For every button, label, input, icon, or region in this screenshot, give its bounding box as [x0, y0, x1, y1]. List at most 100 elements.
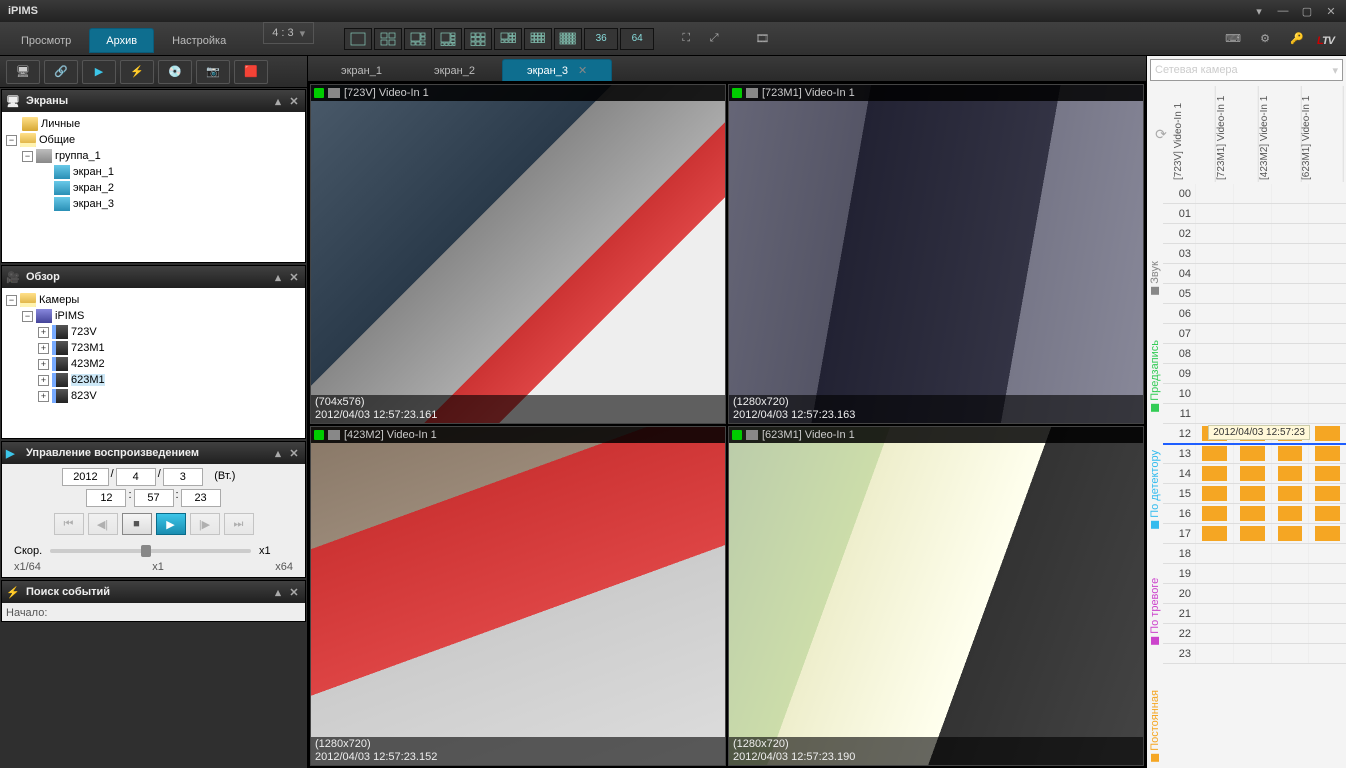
- gear-icon[interactable]: ⚙: [1253, 28, 1277, 50]
- hour-row[interactable]: 11: [1163, 404, 1346, 424]
- play-icon[interactable]: ▶: [82, 60, 116, 84]
- tab-view[interactable]: Просмотр: [5, 28, 87, 53]
- hour-row[interactable]: 19: [1163, 564, 1346, 584]
- expand-toggle[interactable]: −: [6, 295, 17, 306]
- screen-tab-2[interactable]: экран_2: [409, 60, 500, 81]
- close-tab-icon[interactable]: ✕: [578, 65, 587, 77]
- layout-1-5[interactable]: [404, 28, 432, 50]
- refresh-icon[interactable]: ⟳: [1149, 86, 1173, 182]
- screen-tab-1[interactable]: экран_1: [316, 60, 407, 81]
- expand-toggle[interactable]: +: [38, 359, 49, 370]
- timeline-col-2[interactable]: [723M1] Video-In 1: [1216, 86, 1259, 182]
- tree-item-cam[interactable]: +623M1: [6, 372, 301, 388]
- hour-row[interactable]: 09: [1163, 364, 1346, 384]
- close-panel-icon[interactable]: ✕: [287, 446, 301, 460]
- expand-icon[interactable]: ⤢: [702, 28, 726, 50]
- hour-row[interactable]: 15: [1163, 484, 1346, 504]
- camera-icon[interactable]: 📷: [196, 60, 230, 84]
- export-icon[interactable]: 🎞: [750, 28, 774, 50]
- step-back-button[interactable]: ◀|: [88, 513, 118, 535]
- video-cell-4[interactable]: [623M1] Video-In 1 (1280x720)2012/04/03 …: [728, 426, 1144, 766]
- aspect-ratio-selector[interactable]: 4 : 3▾: [263, 22, 314, 44]
- hour-row[interactable]: 01: [1163, 204, 1346, 224]
- dropdown-icon[interactable]: ▾: [1248, 3, 1270, 19]
- collapse-icon[interactable]: ▴: [271, 446, 285, 460]
- tree-item-ipims[interactable]: −iPIMS: [6, 308, 301, 324]
- hour-row[interactable]: 13: [1163, 444, 1346, 464]
- layout-1-12[interactable]: [494, 28, 522, 50]
- layout-3x3[interactable]: [464, 28, 492, 50]
- tree-item-screen3[interactable]: экран_3: [6, 196, 301, 212]
- tree-item-cam[interactable]: +723M1: [6, 340, 301, 356]
- timeline-col-3[interactable]: [423M2] Video-In 1: [1259, 86, 1302, 182]
- minimize-button[interactable]: —: [1272, 3, 1294, 19]
- speed-slider[interactable]: [50, 549, 251, 553]
- slider-thumb[interactable]: [141, 545, 151, 557]
- bolt-icon[interactable]: ⚡: [120, 60, 154, 84]
- hour-row[interactable]: 08: [1163, 344, 1346, 364]
- expand-toggle[interactable]: −: [6, 135, 17, 146]
- network-icon[interactable]: 🔗: [44, 60, 78, 84]
- time-hour[interactable]: 12: [86, 489, 126, 507]
- tree-item-cam[interactable]: +423M2: [6, 356, 301, 372]
- hour-row[interactable]: 18: [1163, 544, 1346, 564]
- tree-item-cam[interactable]: +723V: [6, 324, 301, 340]
- timeline-hours[interactable]: 0001020304050607080910111213141516171819…: [1163, 184, 1346, 768]
- monitor-icon[interactable]: 🖥: [6, 60, 40, 84]
- camera-type-dropdown[interactable]: Сетевая камера▾: [1150, 59, 1343, 81]
- close-panel-icon[interactable]: ✕: [287, 94, 301, 108]
- timeline-col-1[interactable]: [723V] Video-In 1: [1173, 86, 1216, 182]
- play-button[interactable]: ▶: [156, 513, 186, 535]
- tree-item-screen2[interactable]: экран_2: [6, 180, 301, 196]
- tree-item-personal[interactable]: Личные: [6, 116, 301, 132]
- panel-playback-header[interactable]: ▶ Управление воспроизведением ▴ ✕: [2, 442, 305, 464]
- hour-row[interactable]: 21: [1163, 604, 1346, 624]
- hour-row[interactable]: 20: [1163, 584, 1346, 604]
- collapse-icon[interactable]: ▴: [271, 585, 285, 599]
- video-cell-3[interactable]: [423M2] Video-In 1 (1280x720)2012/04/03 …: [310, 426, 726, 766]
- hour-row[interactable]: 04: [1163, 264, 1346, 284]
- layout-36[interactable]: 36: [584, 28, 618, 50]
- panel-screens-header[interactable]: 🖥 Экраны ▴ ✕: [2, 90, 305, 112]
- tree-item-cameras[interactable]: −Камеры: [6, 292, 301, 308]
- expand-toggle[interactable]: −: [22, 311, 33, 322]
- hour-row[interactable]: 23: [1163, 644, 1346, 664]
- collapse-icon[interactable]: ▴: [271, 94, 285, 108]
- video-cell-2[interactable]: [723M1] Video-In 1 (1280x720)2012/04/03 …: [728, 84, 1144, 424]
- date-day[interactable]: 3: [163, 468, 203, 486]
- step-fwd-button[interactable]: |▶: [190, 513, 220, 535]
- expand-toggle[interactable]: +: [38, 391, 49, 402]
- fullscreen-icon[interactable]: ⛶: [674, 28, 698, 50]
- date-year[interactable]: 2012: [62, 468, 108, 486]
- hour-row[interactable]: 16: [1163, 504, 1346, 524]
- date-month[interactable]: 4: [116, 468, 156, 486]
- screen-tab-3[interactable]: экран_3✕: [502, 59, 612, 81]
- tree-item-screen1[interactable]: экран_1: [6, 164, 301, 180]
- heatmap-icon[interactable]: 🟥: [234, 60, 268, 84]
- panel-overview-header[interactable]: 🎥 Обзор ▴ ✕: [2, 266, 305, 288]
- tree-item-shared[interactable]: −Общие: [6, 132, 301, 148]
- layout-2x2[interactable]: [374, 28, 402, 50]
- speed-x1-button[interactable]: x1: [259, 545, 293, 557]
- layout-5x5[interactable]: [554, 28, 582, 50]
- time-sec[interactable]: 23: [181, 489, 221, 507]
- hour-row[interactable]: 10: [1163, 384, 1346, 404]
- tab-settings[interactable]: Настройка: [156, 28, 242, 53]
- hour-row[interactable]: 02: [1163, 224, 1346, 244]
- collapse-icon[interactable]: ▴: [271, 270, 285, 284]
- video-cell-1[interactable]: [723V] Video-In 1 (704x576)2012/04/03 12…: [310, 84, 726, 424]
- close-panel-icon[interactable]: ✕: [287, 585, 301, 599]
- keyboard-icon[interactable]: ⌨: [1221, 28, 1245, 50]
- expand-toggle[interactable]: +: [38, 375, 49, 386]
- hour-row[interactable]: 06: [1163, 304, 1346, 324]
- hour-row[interactable]: 00: [1163, 184, 1346, 204]
- timeline-cursor[interactable]: 2012/04/03 12:57:23: [1163, 443, 1346, 445]
- tree-item-cam[interactable]: +823V: [6, 388, 301, 404]
- expand-toggle[interactable]: +: [38, 343, 49, 354]
- expand-toggle[interactable]: −: [22, 151, 33, 162]
- key-icon[interactable]: 🔑: [1285, 28, 1309, 50]
- hour-row[interactable]: 07: [1163, 324, 1346, 344]
- disc-icon[interactable]: 💿: [158, 60, 192, 84]
- hour-row[interactable]: 17: [1163, 524, 1346, 544]
- layout-1-7[interactable]: [434, 28, 462, 50]
